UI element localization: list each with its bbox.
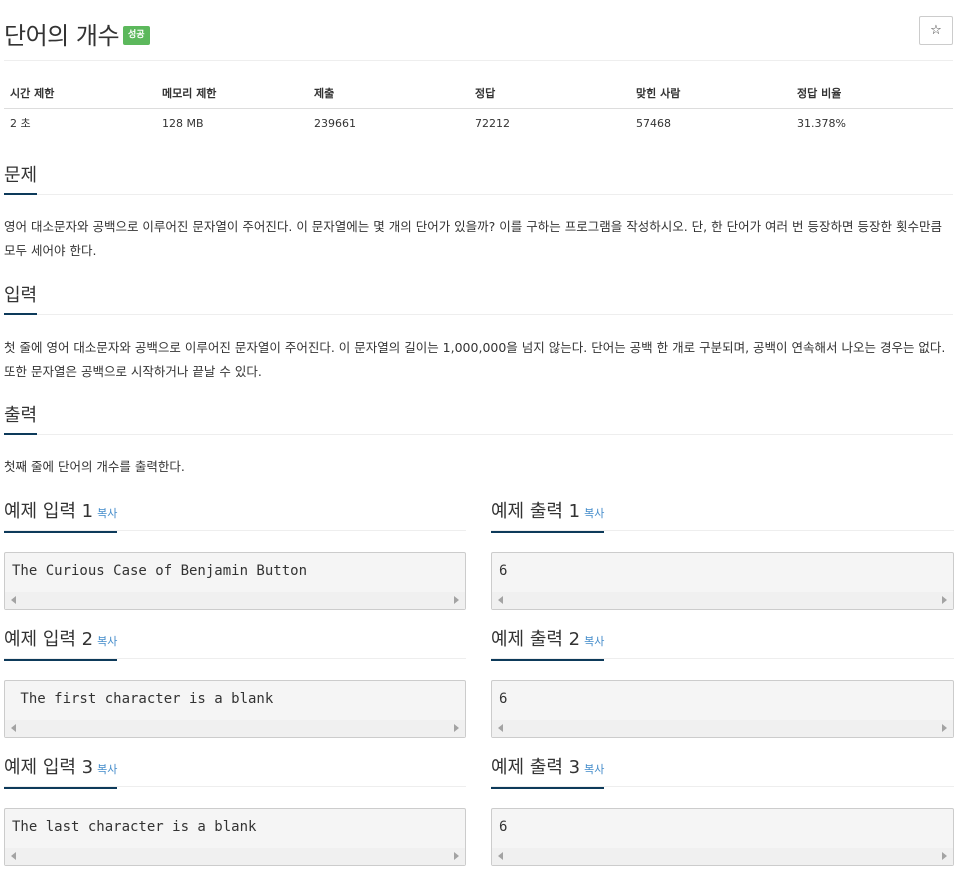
- info-value-time-limit: 2 초: [10, 117, 31, 131]
- description-text: 영어 대소문자와 공백으로 이루어진 문자열이 주어진다. 이 문자열에는 몇 …: [4, 219, 942, 258]
- sample-output-2-code[interactable]: 6: [499, 691, 507, 707]
- scroll-right-icon[interactable]: [942, 852, 947, 860]
- sample-input-2-title: 예제 입력 2: [4, 629, 94, 650]
- section-description-title: 문제: [4, 165, 38, 195]
- sample-output-2-scrollbar[interactable]: [492, 720, 953, 737]
- sample-input-1-code[interactable]: The Curious Case of Benjamin Button: [12, 563, 307, 579]
- sample-input-3-box[interactable]: The last character is a blank: [4, 808, 466, 866]
- sample-output-1-title: 예제 출력 1: [491, 501, 581, 522]
- copy-output-1-link[interactable]: 복사: [584, 507, 604, 520]
- sample-output-3-scrollbar[interactable]: [492, 848, 953, 865]
- problem-info-table: 시간 제한 메모리 제한 제출 정답 맞힌 사람 정답 비율 2 초 128 M…: [4, 78, 953, 138]
- info-value-accepted: 72212: [475, 116, 510, 130]
- sample-input-3-code[interactable]: The last character is a blank: [12, 819, 256, 835]
- info-value-solvers[interactable]: 57468: [630, 108, 791, 138]
- status-badge: 성공: [123, 26, 150, 45]
- copy-input-3-link[interactable]: 복사: [97, 763, 117, 776]
- sample-input-3-header: 예제 입력 3 복사: [4, 757, 466, 789]
- scroll-right-icon[interactable]: [454, 724, 459, 732]
- scroll-right-icon[interactable]: [942, 596, 947, 604]
- input-text: 첫 줄에 영어 대소문자와 공백으로 이루어진 문자열이 주어진다. 이 문자열…: [4, 340, 946, 379]
- favorite-star-button[interactable]: ☆: [919, 16, 953, 45]
- sample-input-1-title: 예제 입력 1: [4, 501, 94, 522]
- info-header-memory-limit: 메모리 제한: [156, 78, 308, 109]
- copy-input-1-link[interactable]: 복사: [97, 507, 117, 520]
- scroll-right-icon[interactable]: [454, 852, 459, 860]
- star-icon: ☆: [930, 23, 942, 38]
- scroll-right-icon[interactable]: [942, 724, 947, 732]
- section-input-header: 입력: [4, 285, 953, 315]
- section-description-header: 문제: [4, 165, 953, 195]
- scroll-left-icon[interactable]: [11, 724, 16, 732]
- info-header-accepted: 정답: [469, 78, 630, 109]
- scroll-right-icon[interactable]: [454, 596, 459, 604]
- info-header-ratio: 정답 비율: [791, 78, 953, 109]
- sample-input-2-header: 예제 입력 2 복사: [4, 629, 466, 661]
- sample-output-2-box[interactable]: 6: [491, 680, 954, 738]
- scroll-left-icon[interactable]: [11, 596, 16, 604]
- scroll-left-icon[interactable]: [11, 852, 16, 860]
- sample-output-3-code[interactable]: 6: [499, 819, 507, 835]
- section-output-header: 출력: [4, 405, 953, 435]
- sample-output-3-header: 예제 출력 3 복사: [491, 757, 954, 789]
- info-header-row: 시간 제한 메모리 제한 제출 정답 맞힌 사람 정답 비율: [4, 78, 953, 109]
- sample-input-3-scrollbar[interactable]: [5, 848, 465, 865]
- sample-output-1-code[interactable]: 6: [499, 563, 507, 579]
- info-value-memory-limit: 128 MB: [162, 116, 204, 130]
- sample-output-3-title: 예제 출력 3: [491, 757, 581, 778]
- sample-output-3-box[interactable]: 6: [491, 808, 954, 866]
- info-header-solvers: 맞힌 사람: [630, 78, 791, 109]
- copy-output-3-link[interactable]: 복사: [584, 763, 604, 776]
- sample-input-1-scrollbar[interactable]: [5, 592, 465, 609]
- problem-title: 단어의 개수: [4, 22, 120, 50]
- info-value-ratio: 31.378%: [797, 116, 846, 130]
- sample-output-1-header: 예제 출력 1 복사: [491, 501, 954, 533]
- sample-input-2-scrollbar[interactable]: [5, 720, 465, 737]
- sample-input-1-box[interactable]: The Curious Case of Benjamin Button: [4, 552, 466, 610]
- section-input-title: 입력: [4, 285, 38, 315]
- sample-input-3-title: 예제 입력 3: [4, 757, 94, 778]
- info-header-submissions: 제출: [308, 78, 469, 109]
- info-value-row: 2 초 128 MB 239661 72212 57468 31.378%: [4, 108, 953, 138]
- section-output-title: 출력: [4, 405, 38, 435]
- copy-input-2-link[interactable]: 복사: [97, 635, 117, 648]
- scroll-left-icon[interactable]: [498, 852, 503, 860]
- sample-output-2-title: 예제 출력 2: [491, 629, 581, 650]
- copy-output-2-link[interactable]: 복사: [584, 635, 604, 648]
- title-divider: [4, 60, 953, 61]
- scroll-left-icon[interactable]: [498, 596, 503, 604]
- info-value-submissions[interactable]: 239661: [308, 108, 469, 138]
- sample-output-1-box[interactable]: 6: [491, 552, 954, 610]
- sample-input-2-box[interactable]: The first character is a blank: [4, 680, 466, 738]
- problem-header: 단어의 개수 성공 ☆: [4, 12, 953, 50]
- sample-input-2-code[interactable]: The first character is a blank: [12, 691, 273, 707]
- sample-input-1-header: 예제 입력 1 복사: [4, 501, 466, 533]
- info-header-time-limit: 시간 제한: [4, 78, 156, 109]
- scroll-left-icon[interactable]: [498, 724, 503, 732]
- sample-output-2-header: 예제 출력 2 복사: [491, 629, 954, 661]
- output-text: 첫째 줄에 단어의 개수를 출력한다.: [4, 459, 185, 474]
- sample-output-1-scrollbar[interactable]: [492, 592, 953, 609]
